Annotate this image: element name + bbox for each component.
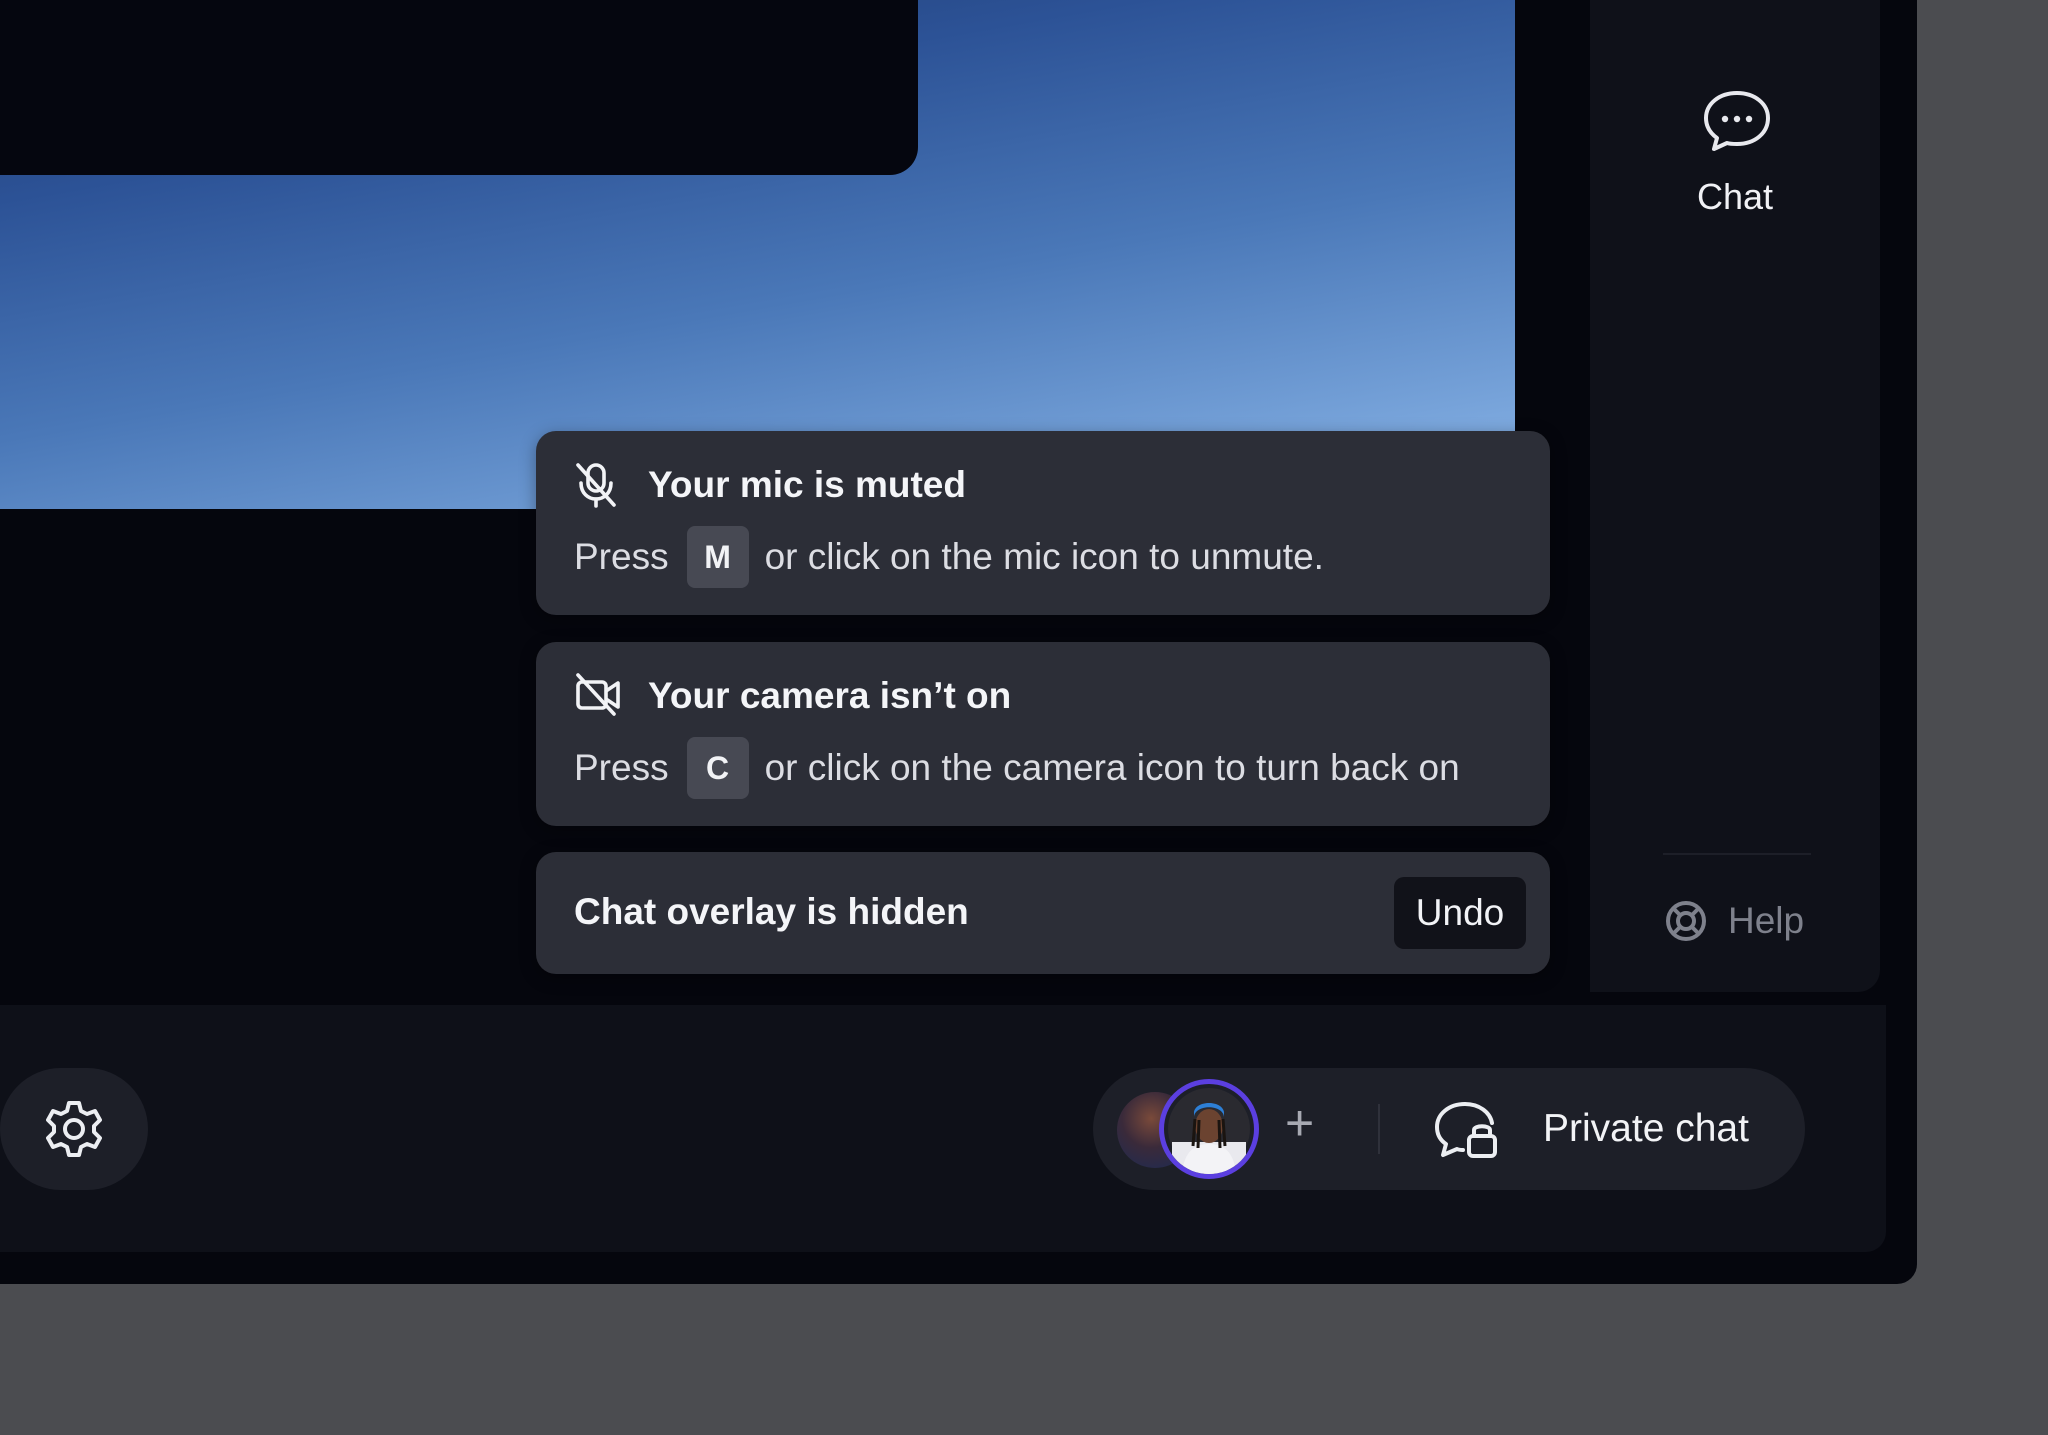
camera-off-icon <box>576 673 620 716</box>
private-chat-label: Private chat <box>1543 1107 1749 1150</box>
chat-bubble-icon <box>1704 91 1770 151</box>
person-portrait <box>1168 1088 1250 1174</box>
app-window: Notes Chat Help <box>0 0 1917 1284</box>
mic-toast-text: or click on the mic icon to unmute. <box>764 536 1324 577</box>
add-participant-button[interactable]: + <box>1285 1098 1314 1148</box>
camera-press-label: Press <box>574 747 669 788</box>
gear-icon <box>46 1101 102 1157</box>
video-tile-dark <box>0 0 918 175</box>
right-sidebar: Notes Chat Help <box>1590 0 1880 992</box>
settings-button[interactable] <box>0 1068 148 1190</box>
undo-button[interactable]: Undo <box>1394 877 1526 949</box>
help-label: Help <box>1728 900 1805 941</box>
microphone-off-icon <box>576 463 616 508</box>
mic-press-label: Press <box>574 536 669 577</box>
camera-toast-body: Press C or click on the camera icon to t… <box>574 737 1460 799</box>
sidebar-divider <box>1663 853 1811 855</box>
help-button[interactable]: Help <box>1664 899 1804 943</box>
participant-avatar-active[interactable] <box>1159 1079 1259 1179</box>
mic-toast-body: Press M or click on the mic icon to unmu… <box>574 526 1324 588</box>
camera-shortcut-key: C <box>686 737 749 799</box>
private-chat-lock-icon <box>1435 1102 1497 1158</box>
help-lifebuoy-icon <box>1666 901 1706 941</box>
camera-toast-text: or click on the camera icon to turn back… <box>764 747 1460 788</box>
participants-pill: + Private chat <box>1093 1068 1805 1190</box>
chat-overlay-title: Chat overlay is hidden <box>574 891 969 932</box>
camera-off-toast: Your camera isn’t on Press C or click on… <box>536 642 1550 826</box>
mic-toast-title: Your mic is muted <box>648 464 966 505</box>
pill-divider <box>1378 1104 1380 1154</box>
chat-overlay-toast: Chat overlay is hidden Undo <box>536 852 1550 974</box>
mic-shortcut-key: M <box>686 526 749 588</box>
sidebar-item-notes[interactable]: Notes <box>1590 0 1880 8</box>
camera-toast-title: Your camera isn’t on <box>648 675 1012 716</box>
sidebar-item-chat-label: Chat <box>1696 176 1774 217</box>
mic-muted-toast: Your mic is muted Press M or click on th… <box>536 431 1550 615</box>
